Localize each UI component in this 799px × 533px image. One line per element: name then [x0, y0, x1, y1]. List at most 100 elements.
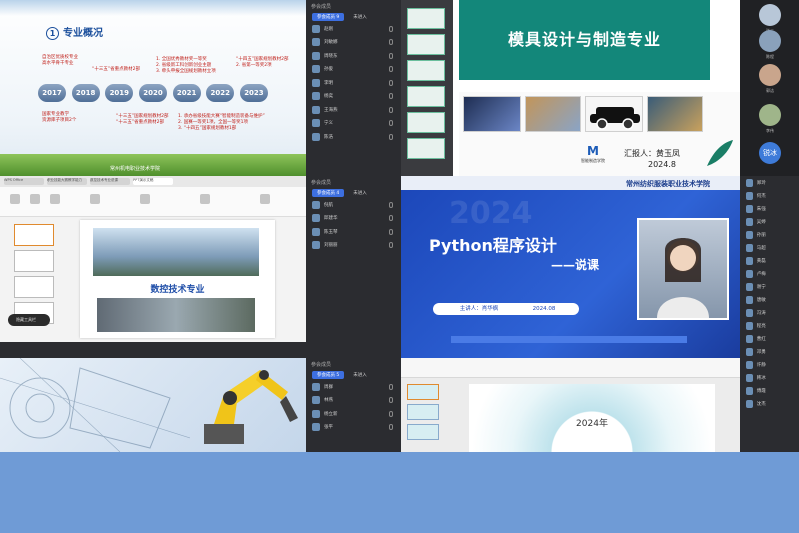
mic-icon[interactable] [389, 424, 393, 431]
participant-row[interactable]: 周晓东 [306, 49, 401, 63]
layout-icon[interactable] [50, 194, 60, 204]
participant-row[interactable]: 程亮 [740, 319, 799, 332]
leaf-decoration-icon [707, 140, 733, 166]
slide-thumbnail[interactable] [407, 112, 445, 133]
paste-icon[interactable] [10, 194, 20, 204]
tab-joined[interactable]: 参会成员 5 [312, 371, 345, 379]
video-tile[interactable]: 陈程 [748, 30, 792, 60]
video-tile[interactable]: 锐冰 [748, 142, 792, 164]
slide-thumbnail[interactable] [407, 86, 445, 107]
tab-not-joined[interactable]: 未进入 [348, 13, 372, 21]
slide-thumbnail[interactable] [407, 34, 445, 55]
participant-row[interactable]: 沈杰 [740, 397, 799, 410]
slide-thumbnail[interactable] [407, 138, 445, 159]
mic-icon[interactable] [389, 242, 393, 249]
mic-icon[interactable] [389, 215, 393, 222]
participant-row[interactable]: 宁义 [306, 117, 401, 131]
tab-not-joined[interactable]: 未进入 [348, 371, 372, 379]
participant-row[interactable]: 邓勇 [740, 345, 799, 358]
shape-icon[interactable] [200, 194, 210, 204]
participant-row[interactable]: 林燕 [306, 394, 401, 408]
slide-thumbnail[interactable] [14, 250, 54, 272]
document-tab[interactable]: WPS Office [4, 178, 44, 185]
participant-row[interactable]: 朱强 [740, 202, 799, 215]
college-logo: M 智能制造学院 [573, 144, 613, 164]
participant-row[interactable]: 郑玲 [740, 176, 799, 189]
mic-icon[interactable] [389, 66, 393, 73]
mic-icon[interactable] [389, 201, 393, 208]
floating-toolbar-pill[interactable]: 隐藏工具栏 [8, 314, 50, 326]
product-photo-chair [525, 96, 581, 132]
mic-icon[interactable] [389, 93, 393, 100]
participant-name: 沈杰 [756, 401, 766, 407]
avatar [312, 409, 320, 418]
slide-thumbnail[interactable] [407, 384, 439, 400]
mic-icon[interactable] [389, 25, 393, 32]
participant-row[interactable]: 李明 [306, 76, 401, 90]
tab-joined[interactable]: 参会成员 9 [312, 13, 345, 21]
slide-header-strip: 常州纺织服装职业技术学院 [401, 176, 740, 190]
participant-name: 许静 [756, 362, 766, 368]
mic-icon[interactable] [389, 397, 393, 404]
participant-row[interactable]: 杨奕 [306, 90, 401, 104]
avatar [746, 399, 753, 408]
mic-icon[interactable] [389, 39, 393, 46]
font-icon[interactable] [90, 194, 100, 204]
tab-not-joined[interactable]: 未进入 [348, 189, 372, 197]
participant-row[interactable]: 许静 [740, 358, 799, 371]
mic-icon[interactable] [389, 120, 393, 127]
slide-thumbnail[interactable] [407, 404, 439, 420]
timeline-year: 2020 [138, 84, 167, 102]
participant-row[interactable]: 韩冰 [740, 371, 799, 384]
participant-row[interactable]: 曹红 [740, 332, 799, 345]
participant-row[interactable]: 刘丽丽 [306, 239, 401, 253]
participant-row[interactable]: 周群 [306, 380, 401, 394]
participant-row[interactable]: 黄磊 [740, 254, 799, 267]
participant-row[interactable]: 张平 [306, 421, 401, 435]
participant-row[interactable]: 孙俊 [306, 63, 401, 77]
document-tab-active[interactable]: PPT演示文稿 [133, 178, 173, 185]
slide-thumbnail[interactable] [14, 224, 54, 246]
slide-title: Python程序设计 [429, 236, 557, 255]
slide-thumbnail[interactable] [14, 276, 54, 298]
slide-thumbnail[interactable] [407, 8, 445, 29]
participant-row[interactable]: 吴婷 [740, 215, 799, 228]
participant-row[interactable]: 倪航 [306, 198, 401, 212]
slide-thumbnail[interactable] [407, 60, 445, 81]
mic-icon[interactable] [389, 228, 393, 235]
participant-row[interactable]: 傅霞 [740, 384, 799, 397]
participant-row[interactable]: 陈玉琴 [306, 225, 401, 239]
participant-row[interactable]: 何杰 [740, 189, 799, 202]
tab-joined[interactable]: 参会成员 4 [312, 189, 345, 197]
participant-name: 韩冰 [756, 375, 766, 381]
participant-row[interactable]: 冯涛 [740, 306, 799, 319]
find-icon[interactable] [260, 194, 270, 204]
video-tile[interactable]: 李伟 [748, 104, 792, 134]
avatar [312, 227, 320, 236]
presenter-photo [637, 218, 729, 320]
mic-icon[interactable] [389, 410, 393, 417]
participant-row[interactable]: 卢梅 [740, 267, 799, 280]
mic-icon[interactable] [389, 383, 393, 390]
participant-row[interactable]: 王海燕 [306, 103, 401, 117]
participant-row[interactable]: 邱建华 [306, 212, 401, 226]
participant-row[interactable]: 谢宁 [740, 280, 799, 293]
video-tile[interactable]: 郭洁 [748, 64, 792, 94]
participant-row[interactable]: 陈浩 [306, 130, 401, 144]
mic-icon[interactable] [389, 52, 393, 59]
paragraph-icon[interactable] [140, 194, 150, 204]
participant-row[interactable]: 唐敏 [740, 293, 799, 306]
participant-row[interactable]: 马超 [740, 241, 799, 254]
new-slide-icon[interactable] [30, 194, 40, 204]
mic-icon[interactable] [389, 79, 393, 86]
participant-row[interactable]: 赵刚 [306, 22, 401, 36]
document-tab[interactable]: 职业技能大赛教学能力 [47, 178, 87, 185]
document-tab[interactable]: 数控技术专业说课 [90, 178, 130, 185]
participant-row[interactable]: 孙丽 [740, 228, 799, 241]
mic-icon[interactable] [389, 106, 393, 113]
person-icon [657, 238, 709, 318]
mic-icon[interactable] [389, 133, 393, 140]
participant-row[interactable]: 刘敏娜 [306, 36, 401, 50]
participant-row[interactable]: 杨立新 [306, 407, 401, 421]
slide-thumbnail[interactable] [407, 424, 439, 440]
